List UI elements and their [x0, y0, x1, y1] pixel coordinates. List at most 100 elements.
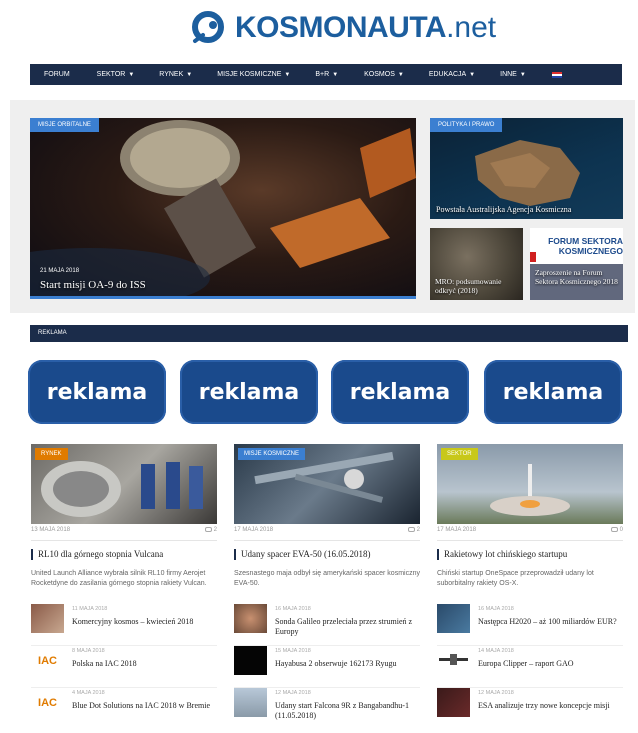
list-item[interactable]: IAC 4 MAJA 2018 Blue Dot Solutions na IAC… — [31, 688, 217, 730]
article-title[interactable]: RL10 dla górnego stopnia Vulcana — [31, 549, 217, 561]
nav-item-forum[interactable]: FORUM — [42, 64, 72, 85]
nav-item-sektor[interactable]: SEKTOR ▼ — [95, 64, 137, 85]
featured-top-right[interactable]: POLITYKA I PRAWO Powstała Australijska A… — [430, 118, 623, 219]
logo-word: KOSMONAUTA — [235, 11, 447, 44]
article-image[interactable]: MISJE KOSMICZNE — [234, 444, 420, 524]
list-title[interactable]: Polska na IAC 2018 — [72, 659, 137, 669]
chevron-down-icon: ▼ — [397, 71, 404, 78]
comment-count[interactable]: 2 — [204, 527, 217, 534]
featured-section: MISJE ORBITALNE 21 MAJA 2018 Start misji… — [10, 100, 635, 313]
list-date: 15 MAJA 2018 — [275, 648, 311, 655]
article-thumbnail[interactable] — [234, 604, 267, 634]
ad-banner[interactable]: reklama — [180, 360, 318, 424]
article-list: 16 MAJA 2018 Następca H2020 – aż 100 mili… — [437, 604, 623, 730]
list-title[interactable]: Sonda Galileo przeleciała przez strumień… — [275, 617, 420, 637]
chevron-down-icon: ▼ — [186, 71, 193, 78]
site-logo[interactable]: KOSMONAUTA .net — [191, 8, 496, 48]
list-title[interactable]: Komercyjny kosmos – kwiecień 2018 — [72, 617, 193, 627]
article-list: 16 MAJA 2018 Sonda Galileo przeleciała pr… — [234, 604, 420, 730]
category-badge[interactable]: MISJE ORBITALNE — [30, 118, 99, 132]
list-title[interactable]: Hayabusa 2 obserwuje 162173 Ryugu — [275, 659, 396, 669]
list-item[interactable]: 12 MAJA 2018 ESA analizuje trzy nowe konc… — [437, 688, 623, 730]
article-thumbnail[interactable] — [234, 688, 267, 718]
nav-item-br[interactable]: B+R ▼ — [313, 64, 340, 85]
article-title[interactable]: Udany spacer EVA-50 (16.05.2018) — [234, 549, 420, 561]
nav-label: RYNEK — [159, 71, 184, 78]
article-thumbnail[interactable] — [234, 646, 267, 676]
featured-bottom-left[interactable]: MRO: podsumowanie odkryć (2018) — [430, 228, 523, 300]
ad-banner[interactable]: reklama — [331, 360, 469, 424]
list-item[interactable]: 16 MAJA 2018 Sonda Galileo przeleciała pr… — [234, 604, 420, 647]
article-meta: 17 MAJA 2018 0 — [437, 527, 623, 542]
chevron-down-icon: ▼ — [519, 71, 526, 78]
chevron-down-icon: ▼ — [332, 71, 339, 78]
article-image[interactable]: SEKTOR — [437, 444, 623, 524]
iac-logo-icon[interactable]: IAC — [31, 688, 64, 718]
category-badge[interactable]: MISJE KOSMICZNE — [238, 448, 306, 460]
chevron-down-icon: ▼ — [128, 71, 135, 78]
list-title[interactable]: Blue Dot Solutions na IAC 2018 w Bremie — [72, 701, 210, 711]
featured-main[interactable]: MISJE ORBITALNE 21 MAJA 2018 Start misji… — [30, 118, 416, 299]
category-badge[interactable]: SEKTOR — [441, 448, 478, 460]
featured-bottom-right[interactable]: FORUM SEKTORA KOSMICZNEGO Zaproszenie na… — [530, 228, 623, 300]
article-thumbnail[interactable] — [437, 688, 470, 718]
featured-date: 21 MAJA 2018 — [40, 268, 80, 274]
nav-item-misje[interactable]: MISJE KOSMICZNE ▼ — [215, 64, 292, 85]
article-date: 13 MAJA 2018 — [31, 527, 71, 533]
probe-icon — [439, 654, 468, 666]
list-item[interactable]: IAC 8 MAJA 2018 Polska na IAC 2018 — [31, 646, 217, 689]
article-title[interactable]: Rakietowy lot chińskiego startupu — [437, 549, 623, 561]
list-item[interactable]: 16 MAJA 2018 Następca H2020 – aż 100 mili… — [437, 604, 623, 647]
ad-banner[interactable]: reklama — [484, 360, 622, 424]
column-rynek: RYNEK 13 MAJA 2018 2 RL10 dla górnego sto… — [31, 444, 217, 730]
article-excerpt: Szesnastego maja odbył się amerykański s… — [234, 570, 420, 588]
logo-suffix: .net — [446, 11, 497, 44]
list-title[interactable]: Następca H2020 – aż 100 miliardów EUR? — [478, 617, 617, 627]
nav-item-rynek[interactable]: RYNEK ▼ — [157, 64, 194, 85]
comment-icon — [610, 527, 618, 532]
comment-count[interactable]: 2 — [407, 527, 420, 533]
logo-ring-icon — [191, 9, 229, 47]
comment-icon — [407, 527, 415, 532]
list-date: 14 MAJA 2018 — [478, 648, 514, 655]
featured-title[interactable]: MRO: podsumowanie odkryć (2018) — [435, 277, 520, 295]
chevron-down-icon: ▼ — [284, 71, 291, 78]
list-date: 12 MAJA 2018 — [478, 690, 514, 697]
list-item[interactable]: 15 MAJA 2018 Hayabusa 2 obserwuje 162173 … — [234, 646, 420, 689]
list-item[interactable]: 14 MAJA 2018 Europa Clipper – raport GAO — [437, 646, 623, 689]
list-date: 8 MAJA 2018 — [72, 648, 105, 655]
list-item[interactable]: 11 MAJA 2018 Komercyjny kosmos – kwiecień… — [31, 604, 217, 647]
comment-count-value: 2 — [213, 527, 217, 534]
article-excerpt: United Launch Alliance wybrała silnik RL… — [31, 570, 207, 588]
list-item[interactable]: 12 MAJA 2018 Udany start Falcona 9R z Ban… — [234, 688, 420, 730]
nav-item-edukacja[interactable]: EDUKACJA ▼ — [427, 64, 477, 85]
ad-banner[interactable]: reklama — [28, 360, 166, 424]
iac-logo-icon[interactable]: IAC — [31, 646, 64, 676]
article-thumbnail[interactable] — [31, 604, 64, 634]
language-flag-button[interactable] — [550, 64, 564, 85]
category-badge[interactable]: POLITYKA I PRAWO — [430, 118, 503, 132]
comment-count[interactable]: 0 — [610, 527, 623, 533]
list-title[interactable]: Europa Clipper – raport GAO — [478, 659, 574, 669]
reklama-header: REKLAMA — [30, 325, 628, 342]
article-thumbnail[interactable] — [437, 604, 470, 634]
nav-label: EDUKACJA — [428, 71, 467, 78]
article-date: 17 MAJA 2018 — [234, 527, 274, 533]
probe-thumbnail[interactable] — [437, 646, 470, 676]
featured-title[interactable]: Start misji OA-9 do ISS — [40, 279, 146, 291]
nav-item-inne[interactable]: INNE ▼ — [498, 64, 528, 85]
list-title[interactable]: Udany start Falcona 9R z Bangabandhu-1 (… — [275, 701, 420, 721]
list-title[interactable]: ESA analizuje trzy nowe koncepcje misji — [478, 701, 610, 711]
list-date: 12 MAJA 2018 — [275, 690, 311, 697]
flag-icon — [551, 71, 562, 78]
nav-item-kosmos[interactable]: KOSMOS ▼ — [362, 64, 406, 85]
nav-label: KOSMOS — [364, 71, 395, 78]
main-nav: FORUM SEKTOR ▼ RYNEK ▼ MISJE KOSMICZNE ▼ B+… — [30, 64, 622, 85]
article-meta: 13 MAJA 2018 2 — [31, 527, 217, 542]
featured-title[interactable]: Zaproszenie na Forum Sektora Kosmicznego… — [535, 268, 620, 286]
article-image[interactable]: RYNEK — [31, 444, 217, 524]
featured-title[interactable]: Powstała Australijska Agencja Kosmiczna — [436, 205, 571, 214]
category-badge[interactable]: RYNEK — [35, 448, 68, 460]
australia-map-image — [475, 140, 580, 206]
list-date: 11 MAJA 2018 — [72, 606, 108, 613]
